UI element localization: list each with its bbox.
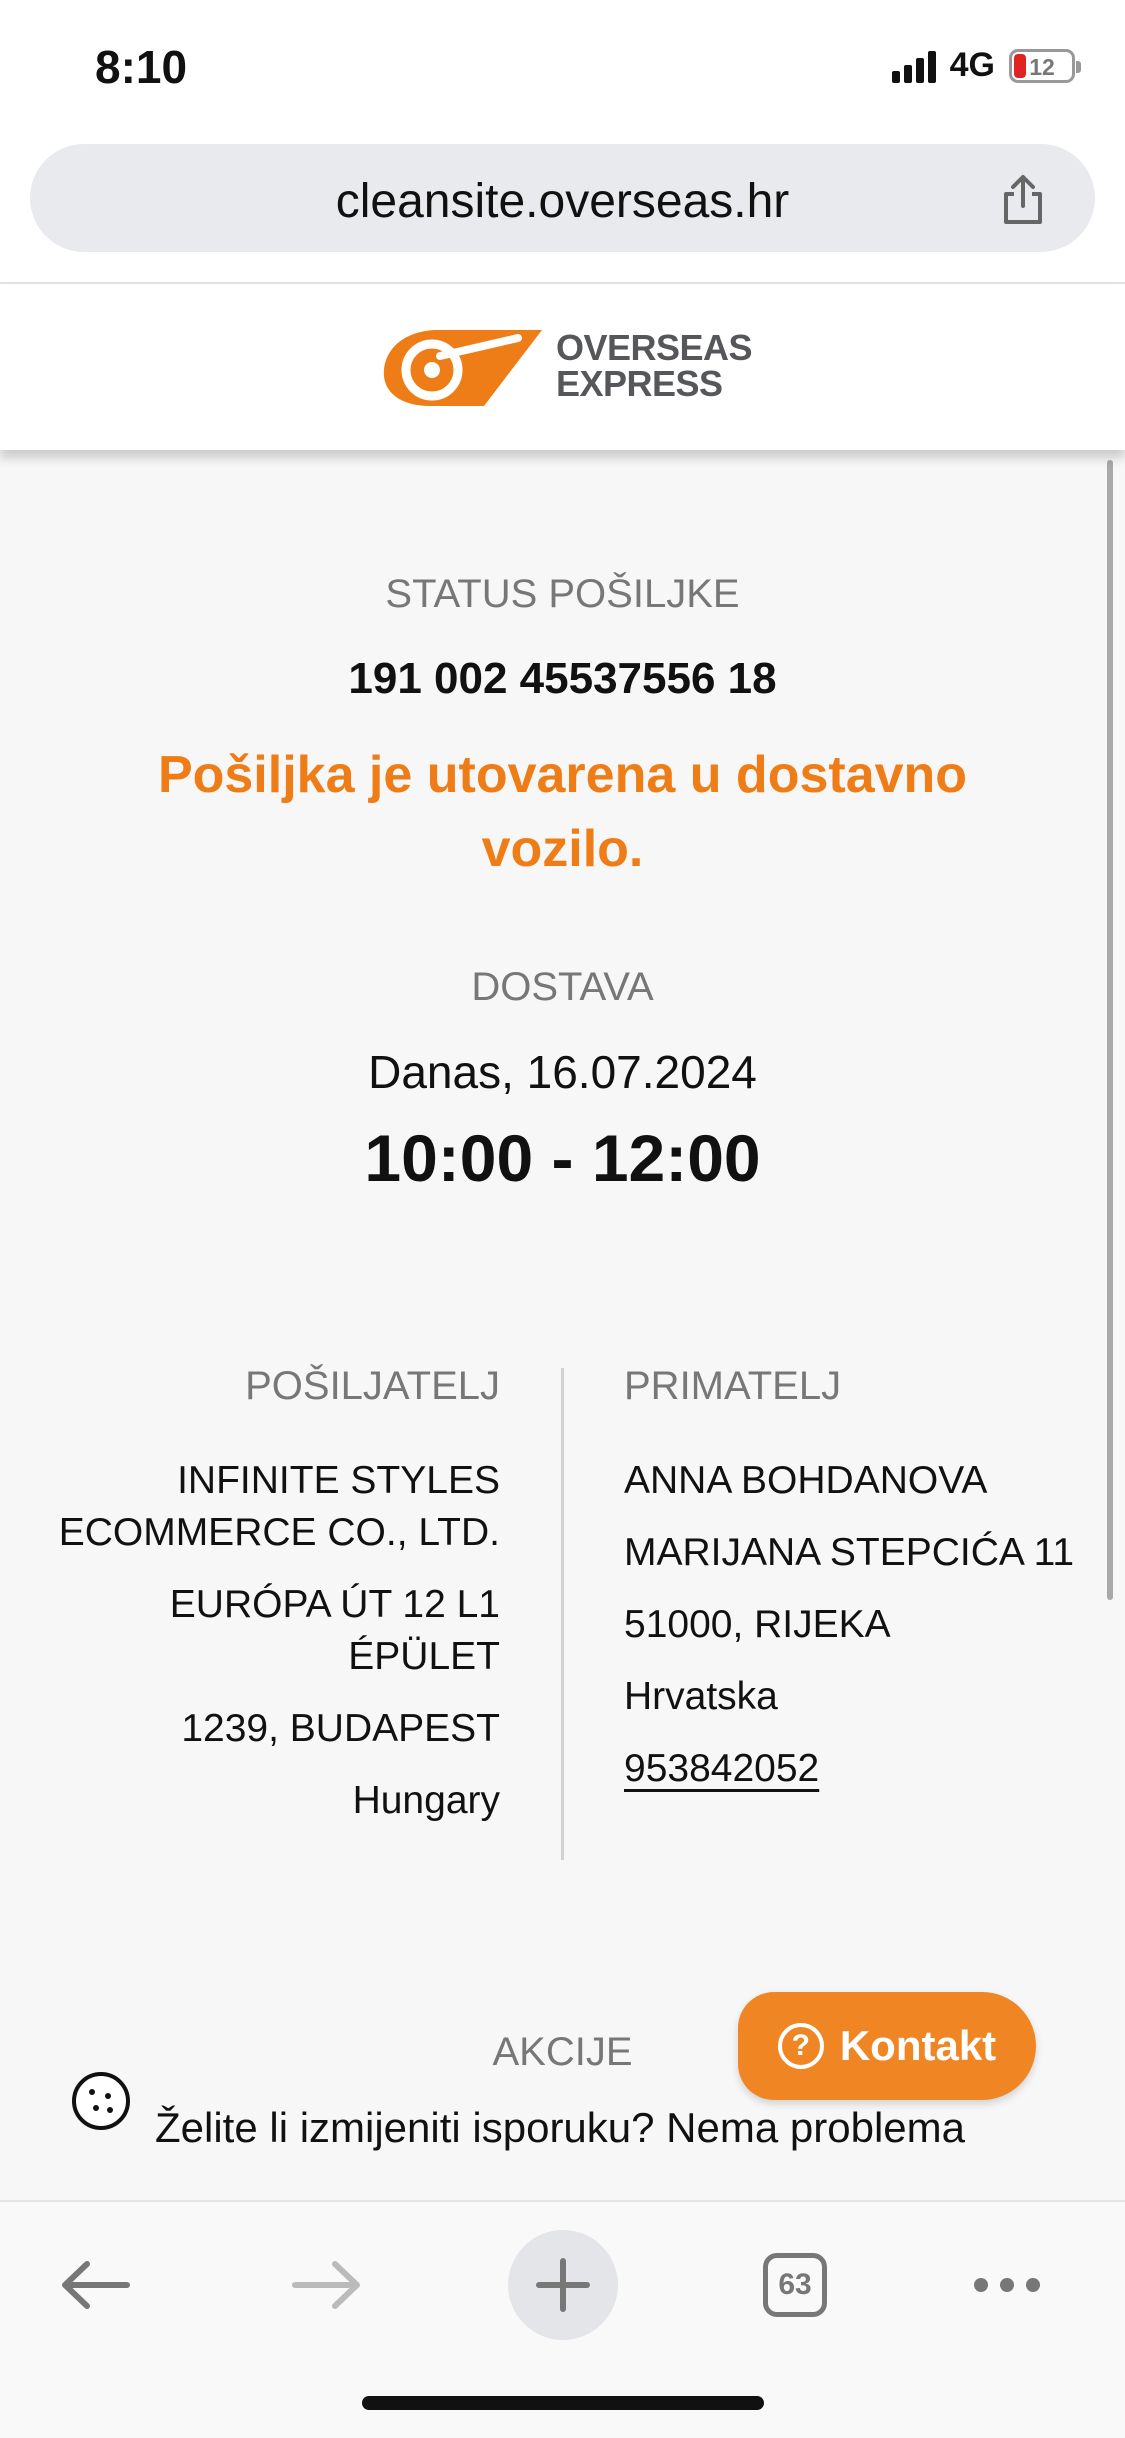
help-icon: ? xyxy=(777,2023,824,2069)
delivery-time-slot: 10:00 - 12:00 xyxy=(364,1121,761,1195)
sender-street: EURÓPA ÚT 12 L1 ÉPÜLET xyxy=(169,1583,500,1678)
contact-button-label: Kontakt xyxy=(839,2022,997,2069)
browser-address-area: cleansite.overseas.hr xyxy=(0,140,1125,284)
back-button[interactable] xyxy=(40,2230,150,2340)
tracking-number: 191 002 45537556 18 xyxy=(348,654,777,703)
contact-button[interactable]: ? Kontakt xyxy=(738,1992,1036,2100)
address-bar[interactable]: cleansite.overseas.hr xyxy=(30,144,1095,252)
clock: 8:10 xyxy=(95,41,188,93)
status-message: Pošiljka je utovarena u dostavno vozilo. xyxy=(157,746,968,878)
more-button[interactable] xyxy=(952,2230,1062,2340)
sender-city: 1239, BUDAPEST xyxy=(181,1707,500,1750)
column-divider xyxy=(561,1368,564,1860)
cookie-icon[interactable] xyxy=(70,2070,132,2132)
recipient-country: Hrvatska xyxy=(624,1675,778,1718)
sender-heading: POŠILJATELJ xyxy=(245,1364,500,1408)
url-text[interactable]: cleansite.overseas.hr xyxy=(30,174,1095,229)
sender-country: Hungary xyxy=(352,1779,500,1822)
recipient-city: 51000, RIJEKA xyxy=(624,1603,891,1646)
back-arrow-icon xyxy=(62,2261,130,2309)
logo[interactable]: OVERSEAS EXPRESS xyxy=(380,316,753,416)
recipient-column: PRIMATELJ ANNA BOHDANOVA MARIJANA STEPCI… xyxy=(624,1364,1084,1815)
new-tab-button[interactable] xyxy=(508,2230,618,2340)
home-indicator xyxy=(362,2396,764,2410)
recipient-name: ANNA BOHDANOVA xyxy=(624,1459,988,1502)
more-icon xyxy=(974,2278,1040,2292)
share-icon[interactable] xyxy=(995,172,1051,228)
battery-level: 12 xyxy=(1029,53,1055,80)
status-icons: 4G 12 xyxy=(891,46,1081,85)
forward-arrow-icon xyxy=(292,2261,360,2309)
plus-icon xyxy=(536,2258,590,2312)
signal-icon xyxy=(891,49,936,83)
recipient-phone-link[interactable]: 953842052 xyxy=(624,1747,819,1790)
delivery-date: Danas, 16.07.2024 xyxy=(368,1046,757,1098)
recipient-heading: PRIMATELJ xyxy=(624,1364,842,1408)
battery-icon: 12 xyxy=(1009,48,1081,83)
logo-text: OVERSEAS EXPRESS xyxy=(556,327,753,404)
recipient-street: MARIJANA STEPCIĆA 11 xyxy=(624,1531,1075,1574)
sender-column: POŠILJATELJ INFINITE STYLES ECOMMERCE CO… xyxy=(30,1364,500,1847)
network-type: 4G xyxy=(949,46,995,84)
page-scrollbar[interactable] xyxy=(1107,460,1113,1600)
overseas-logo-icon xyxy=(383,330,542,406)
status-label: STATUS POŠILJKE xyxy=(385,572,740,616)
forward-button[interactable] xyxy=(272,2230,382,2340)
site-header: OVERSEAS EXPRESS xyxy=(0,284,1125,450)
status-bar: 8:10 4G 12 xyxy=(0,0,1125,140)
delivery-label: DOSTAVA xyxy=(471,965,654,1009)
tabs-icon: 63 xyxy=(763,2253,827,2317)
tabs-button[interactable]: 63 xyxy=(740,2230,850,2340)
change-delivery-text[interactable]: Želite li izmijeniti isporuku? Nema prob… xyxy=(155,2104,965,2152)
sender-name: INFINITE STYLES ECOMMERCE CO., LTD. xyxy=(58,1459,500,1554)
